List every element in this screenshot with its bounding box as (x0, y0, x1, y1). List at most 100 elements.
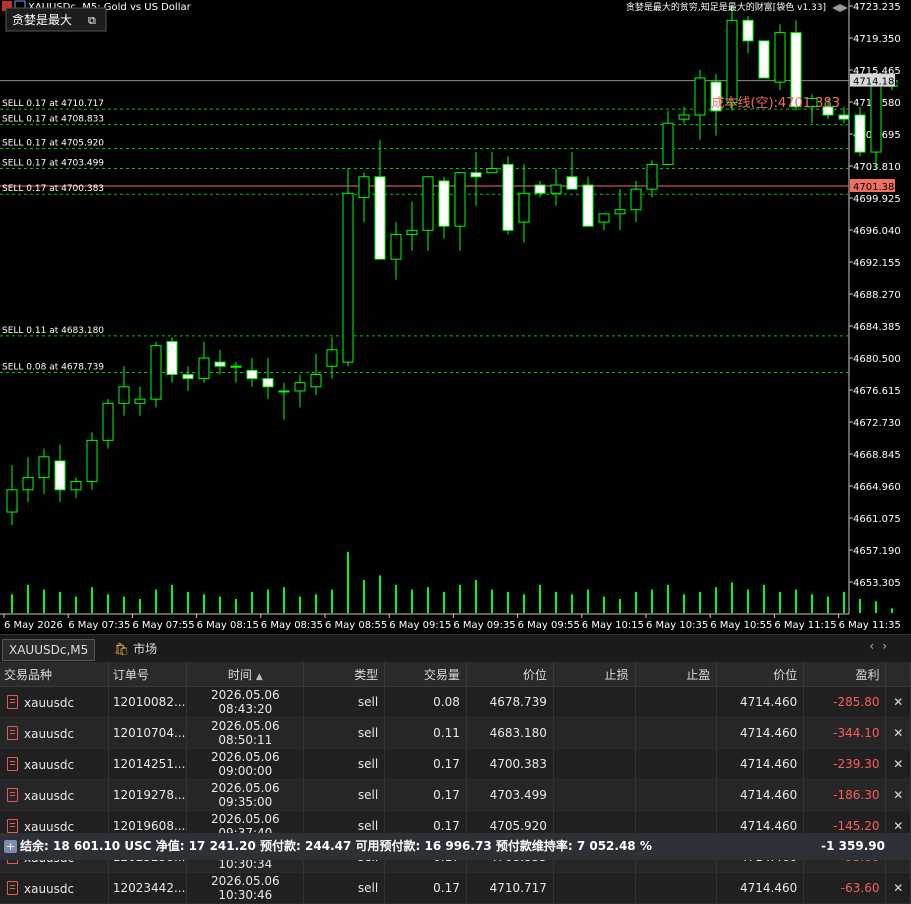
cell-profit-text: -145.20 (833, 819, 880, 833)
candle-bull (518, 192, 530, 223)
col-open-price[interactable]: 价位 (466, 662, 554, 687)
close-position-icon[interactable]: ✕ (885, 872, 911, 904)
table-row[interactable]: xauusdc 12023442... 2026.05.06 10:30:46 sel… (0, 872, 911, 904)
candle-bull (102, 402, 114, 441)
table-row[interactable]: xauusdc 12010704... 2026.05.06 08:50:11 sel… (0, 717, 911, 749)
close-position-icon[interactable]: ✕ (885, 748, 911, 780)
cell-time: 2026.05.06 08:50:11 (186, 717, 305, 749)
candle-bull (230, 365, 242, 368)
table-header-row: 交易品种 订单号 时间 ▲ 类型 交易量 价位 止损 止盈 价位 盈利 (0, 662, 911, 687)
chart-tab-bar: XAUUSDc,M5 🛍 市场 ‹› (0, 634, 911, 663)
candle-bull (486, 168, 498, 174)
col-time[interactable]: 时间 ▲ (186, 662, 305, 687)
cell-profit-text: -285.80 (833, 695, 880, 709)
cell-profit-text: -63.60 (840, 881, 880, 895)
cell-type: sell (303, 686, 386, 718)
close-position-icon[interactable]: ✕ (885, 779, 911, 811)
cell-profit-text: -239.30 (833, 757, 880, 771)
col-profit[interactable]: 盈利 (803, 662, 887, 687)
sort-ascending-icon: ▲ (255, 671, 263, 682)
order-line-label: SELL 0.08 at 4678.739 (2, 363, 104, 373)
cell-time: 2026.05.06 08:43:20 (186, 686, 305, 718)
close-position-icon[interactable]: ✕ (885, 717, 911, 749)
candle-bull (294, 382, 306, 392)
tab-scroll-arrows[interactable]: ‹› (869, 639, 895, 653)
price-axis-label: 4657.190 (853, 546, 901, 557)
price-axis-label: 4680.500 (853, 354, 901, 365)
candlestick-chart-canvas[interactable]: 4723.2354719.3504715.4654711.5804707.695… (0, 0, 911, 634)
candle-bear (534, 184, 546, 194)
cell-take-profit (635, 686, 718, 718)
cell-order-text: 12023442... (112, 881, 186, 895)
candle-bull (678, 114, 690, 120)
cell-volume-text: 0.11 (433, 726, 460, 740)
col-current-price[interactable]: 价位 (716, 662, 805, 687)
order-document-icon (7, 756, 18, 771)
tab-scroll-right-icon[interactable]: › (882, 639, 895, 653)
account-summary-bar: + 结余: 18 601.10 USC 净值: 17 241.20 预付款: 2… (0, 833, 911, 860)
cell-profit: -285.80 (803, 686, 887, 718)
cell-current-price-text: 4714.460 (739, 757, 798, 771)
cell-order: 12019278... (108, 779, 188, 811)
col-stop-loss[interactable]: 止损 (553, 662, 636, 687)
cell-profit-text: -344.10 (833, 726, 880, 740)
tab-xauusdc-m5[interactable]: XAUUSDc,M5 (2, 639, 96, 661)
col-close (885, 662, 911, 687)
cell-time-text: 2026.05.06 08:50:11 (210, 719, 280, 747)
candle-bull (614, 209, 626, 215)
close-position-icon[interactable]: ✕ (885, 686, 911, 718)
cell-profit: -186.30 (803, 779, 887, 811)
cell-open-price-text: 4705.920 (489, 819, 547, 833)
time-axis-label: 6 May 09:35 (453, 620, 515, 631)
table-row[interactable]: xauusdc 12019278... 2026.05.06 09:35:00 sel… (0, 779, 911, 811)
candle-bull (694, 77, 706, 116)
price-axis-label: 4699.925 (853, 194, 901, 205)
cell-volume: 0.17 (384, 872, 467, 904)
time-axis-label: 6 May 07:55 (132, 620, 194, 631)
candle-bull (422, 176, 434, 231)
cell-symbol-text: xauusdc (24, 757, 75, 772)
candle-bull (86, 439, 98, 483)
cell-open-price: 4683.180 (466, 717, 554, 749)
graduation-cap-icon[interactable] (832, 4, 848, 12)
cell-symbol-text: xauusdc (24, 788, 75, 803)
candle-bear (54, 460, 66, 491)
col-order[interactable]: 订单号 (108, 662, 188, 687)
time-axis-label: 6 May 09:55 (518, 620, 580, 631)
table-row[interactable]: xauusdc 12010082... 2026.05.06 08:43:20 sel… (0, 686, 911, 718)
price-axis-label: 4688.270 (853, 290, 901, 301)
expand-plus-icon[interactable]: + (4, 840, 17, 853)
cell-current-price-text: 4714.460 (739, 695, 798, 709)
total-profit: -1 359.90 (821, 839, 885, 853)
cell-open-price-text: 4683.180 (489, 726, 547, 740)
cell-symbol: xauusdc (0, 748, 109, 780)
candle-bear (838, 114, 850, 120)
col-type[interactable]: 类型 (303, 662, 386, 687)
price-chart[interactable]: 4723.2354719.3504715.4654711.5804707.695… (0, 0, 911, 634)
cell-stop-loss (553, 779, 636, 811)
cell-volume-text: 0.17 (433, 881, 460, 895)
cell-time: 2026.05.06 09:35:00 (186, 779, 305, 811)
tab-market[interactable]: 🛍 市场 (108, 639, 163, 659)
price-axis-label: 4668.845 (853, 450, 901, 461)
cell-current-price: 4714.460 (716, 748, 805, 780)
cell-type: sell (303, 779, 386, 811)
trade-table-panel: 交易品种 订单号 时间 ▲ 类型 交易量 价位 止损 止盈 价位 盈利 xauus… (0, 662, 911, 904)
col-volume[interactable]: 交易量 (384, 662, 467, 687)
tab-scroll-left-icon[interactable]: ‹ (869, 639, 882, 653)
candle-bull (550, 184, 562, 194)
cell-type-text: sell (357, 695, 379, 709)
cell-type-text: sell (357, 726, 379, 740)
table-row[interactable]: xauusdc 12014251... 2026.05.06 09:00:00 sel… (0, 748, 911, 780)
cell-time-text: 2026.05.06 10:30:46 (210, 874, 280, 902)
price-axis-label: 4692.155 (853, 258, 901, 269)
cell-current-price-text: 4714.460 (739, 788, 798, 802)
time-axis-label: 6 May 08:55 (325, 620, 387, 631)
cell-order-text: 12014251... (112, 757, 186, 771)
candle-bull (774, 32, 786, 83)
cell-volume: 0.17 (384, 748, 467, 780)
candle-bull (22, 476, 34, 491)
price-axis-label: 4672.730 (853, 418, 901, 429)
col-symbol[interactable]: 交易品种 (0, 662, 109, 687)
col-take-profit[interactable]: 止盈 (635, 662, 718, 687)
